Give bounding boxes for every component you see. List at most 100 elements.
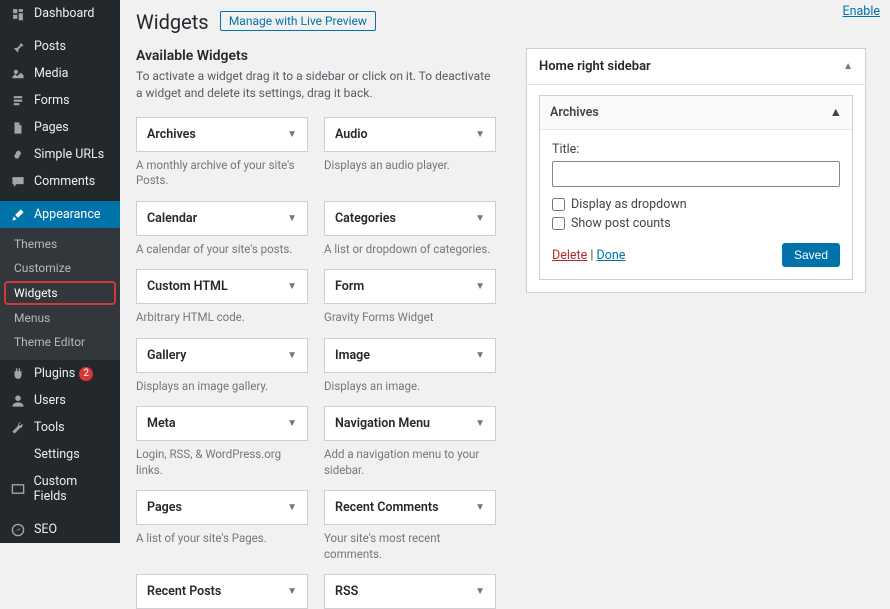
submenu-theme-editor[interactable]: Theme Editor — [0, 330, 120, 354]
widget-cell: Calendar▼A calendar of your site's posts… — [136, 201, 308, 258]
widget-desc: Gravity Forms Widget — [324, 310, 496, 326]
widget-name: Image — [335, 348, 370, 363]
widget-box[interactable]: Image ▼ — [324, 338, 496, 373]
plugins-badge: 2 — [79, 367, 93, 381]
widget-name: Calendar — [147, 211, 197, 226]
widget-desc: Add a navigation menu to your sidebar. — [324, 447, 496, 478]
widget-desc: Arbitrary HTML code. — [136, 310, 308, 326]
sidebar-item-label: Comments — [34, 174, 95, 189]
seo-icon — [8, 523, 28, 537]
caret-down-icon: ▼ — [287, 350, 297, 361]
widget-desc: A monthly archive of your site's Posts. — [136, 158, 308, 189]
sidebar-item-plugins[interactable]: Plugins 2 — [0, 360, 120, 387]
widget-box[interactable]: Meta▼ — [136, 406, 308, 441]
widget-desc: Login, RSS, & WordPress.org links. — [136, 447, 308, 478]
widget-box[interactable]: Custom HTML▼ — [136, 269, 308, 304]
sidebar-item-comments[interactable]: Comments — [0, 168, 120, 195]
counts-checkbox[interactable] — [552, 217, 565, 230]
dashboard-icon — [8, 7, 28, 21]
delete-link[interactable]: Delete — [552, 248, 587, 263]
widget-cell: Meta▼ Login, RSS, & WordPress.org links. — [136, 406, 308, 478]
widget-instance-header[interactable]: Archives ▲ — [540, 96, 852, 130]
sidebar-item-tools[interactable]: Tools — [0, 414, 120, 441]
sidebar-item-users[interactable]: Users — [0, 387, 120, 414]
widget-box[interactable]: Form▼ — [324, 269, 496, 304]
media-icon — [8, 67, 28, 81]
done-link[interactable]: Done — [596, 248, 625, 263]
available-widgets-desc: To activate a widget drag it to a sideba… — [136, 68, 496, 103]
sidebar-item-seo[interactable]: SEO — [0, 516, 120, 543]
submenu-widgets[interactable]: Widgets — [4, 281, 116, 305]
widget-area-header[interactable]: Home right sidebar ▲ — [527, 49, 865, 85]
caret-down-icon: ▼ — [475, 281, 485, 292]
widget-name: Archives — [147, 127, 196, 142]
title-label: Title: — [552, 142, 840, 157]
caret-down-icon: ▼ — [475, 350, 485, 361]
submenu-customize[interactable]: Customize — [0, 256, 120, 280]
widget-box[interactable]: Archives▼ — [136, 117, 308, 152]
sidebar-item-settings[interactable]: Settings — [0, 441, 120, 468]
widget-name: Pages — [147, 500, 182, 515]
user-icon — [8, 394, 28, 408]
widget-cell: Categories▼A list or dropdown of categor… — [324, 201, 496, 258]
submenu-menus[interactable]: Menus — [0, 306, 120, 330]
sidebar-item-simple-urls[interactable]: Simple URLs — [0, 141, 120, 168]
widget-desc: Displays an audio player. — [324, 158, 496, 174]
widget-box[interactable]: Calendar▼ — [136, 201, 308, 236]
caret-up-icon: ▲ — [830, 105, 842, 120]
sidebar-item-posts[interactable]: Posts — [0, 33, 120, 60]
widget-cell: Recent Comments▼ Your site's most recent … — [324, 490, 496, 562]
live-preview-button[interactable]: Manage with Live Preview — [220, 11, 376, 31]
sidebar-item-label: Pages — [34, 120, 69, 135]
widget-box[interactable]: Audio▼ — [324, 117, 496, 152]
widget-cell: Archives▼ A monthly archive of your site'… — [136, 117, 308, 189]
widget-box[interactable]: Pages▼ — [136, 490, 308, 525]
link-icon — [8, 148, 28, 162]
widget-desc: A list of your site's Pages. — [136, 531, 308, 547]
widget-name: Categories — [335, 211, 396, 226]
widget-box[interactable]: Recent Comments▼ — [324, 490, 496, 525]
wrench-icon — [8, 421, 28, 435]
sidebar-item-custom-fields[interactable]: Custom Fields — [0, 468, 120, 510]
available-widgets-panel: Available Widgets To activate a widget d… — [136, 48, 496, 609]
page-title: Widgets — [136, 10, 209, 34]
widget-name: Custom HTML — [147, 279, 228, 294]
sidebar-item-label: Forms — [34, 93, 70, 108]
widget-name: Gallery — [147, 348, 186, 363]
widget-cell: Gallery▼Displays an image gallery. — [136, 338, 308, 395]
sidebar-item-label: Appearance — [34, 207, 101, 222]
widget-box[interactable]: Gallery ▼ — [136, 338, 308, 373]
caret-down-icon: ▼ — [475, 213, 485, 224]
widget-box[interactable]: Navigation Menu▼ — [324, 406, 496, 441]
widget-desc: Your site's most recent comments. — [324, 531, 496, 562]
sidebar-item-label: Settings — [34, 447, 80, 462]
forms-icon — [8, 94, 28, 108]
sidebar-item-pages[interactable]: Pages — [0, 114, 120, 141]
title-input[interactable] — [552, 161, 840, 187]
widget-name: Recent Comments — [335, 500, 439, 515]
sidebar-areas-panel: Home right sidebar ▲ Archives ▲ Title: — [526, 48, 866, 609]
widget-cell: Custom HTML▼ Arbitrary HTML code. — [136, 269, 308, 326]
submenu-themes[interactable]: Themes — [0, 232, 120, 256]
settings-icon — [8, 448, 28, 462]
sidebar-item-forms[interactable]: Forms — [0, 87, 120, 114]
widget-box[interactable]: RSS▼ — [324, 574, 496, 609]
caret-down-icon: ▼ — [475, 418, 485, 429]
sidebar-item-appearance[interactable]: Appearance — [0, 201, 120, 228]
sidebar-item-label: Posts — [34, 39, 66, 54]
widget-area-title: Home right sidebar — [539, 59, 651, 74]
available-widgets-title: Available Widgets — [136, 48, 496, 64]
sidebar-item-media[interactable]: Media — [0, 60, 120, 87]
saved-button[interactable]: Saved — [782, 243, 840, 267]
widget-box[interactable]: Categories ▼ — [324, 201, 496, 236]
widget-name: Meta — [147, 416, 176, 431]
pin-icon — [8, 40, 28, 54]
sidebar-item-dashboard[interactable]: Dashboard — [0, 0, 120, 27]
dropdown-checkbox[interactable] — [552, 198, 565, 211]
sidebar-item-label: Dashboard — [34, 6, 94, 21]
dropdown-label: Display as dropdown — [571, 197, 687, 212]
widget-cell: RSS▼ — [324, 574, 496, 609]
sidebar-item-label: Custom Fields — [34, 474, 112, 504]
widget-box[interactable]: Recent Posts▼ — [136, 574, 308, 609]
pages-icon — [8, 121, 28, 135]
